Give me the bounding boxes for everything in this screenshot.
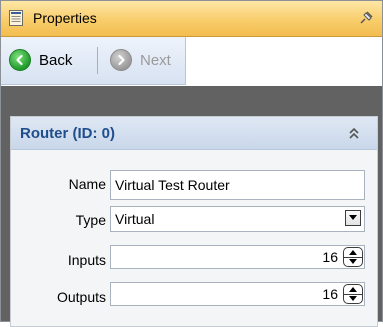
next-arrow-icon: [110, 49, 132, 71]
name-value: Virtual Test Router: [115, 177, 230, 193]
navigation-bar: Back Next: [1, 37, 382, 86]
inputs-label: Inputs: [67, 252, 106, 268]
back-button[interactable]: Back: [9, 49, 72, 71]
title-bar: Properties: [1, 1, 382, 37]
next-label: Next: [140, 51, 171, 69]
outputs-label: Outputs: [56, 289, 106, 305]
navigation-toolbar: Back Next: [1, 37, 186, 85]
type-label: Type: [75, 212, 106, 228]
chevron-up-double-icon[interactable]: [347, 127, 361, 141]
type-select[interactable]: Virtual: [110, 206, 365, 232]
content-area: Router (ID: 0) Name Virtual Test Router …: [1, 86, 382, 327]
toolbar-separator: [97, 47, 98, 74]
type-value: Virtual: [115, 211, 155, 227]
document-icon: [9, 10, 23, 26]
dropdown-arrow-icon[interactable]: [345, 210, 361, 226]
panel-header[interactable]: Router (ID: 0): [11, 117, 377, 150]
properties-window: Properties Back Next Router (ID: 0) Name…: [0, 0, 383, 327]
pin-icon[interactable]: [358, 10, 374, 26]
decrement-icon[interactable]: [344, 294, 362, 303]
name-label: Name: [68, 176, 106, 192]
outputs-value: 16: [322, 286, 338, 302]
inputs-value: 16: [322, 249, 338, 265]
window-title: Properties: [33, 10, 97, 26]
inputs-stepper[interactable]: 16: [110, 245, 365, 269]
back-arrow-icon: [9, 49, 31, 71]
outputs-stepper[interactable]: 16: [110, 282, 365, 306]
router-panel: Router (ID: 0) Name Virtual Test Router …: [10, 116, 378, 327]
name-field[interactable]: Virtual Test Router: [110, 170, 365, 200]
back-label: Back: [39, 51, 73, 69]
decrement-icon[interactable]: [344, 257, 362, 266]
next-button[interactable]: Next: [110, 49, 171, 71]
inputs-spin-buttons[interactable]: [343, 247, 363, 267]
panel-title: Router (ID: 0): [20, 125, 115, 142]
outputs-spin-buttons[interactable]: [343, 284, 363, 304]
